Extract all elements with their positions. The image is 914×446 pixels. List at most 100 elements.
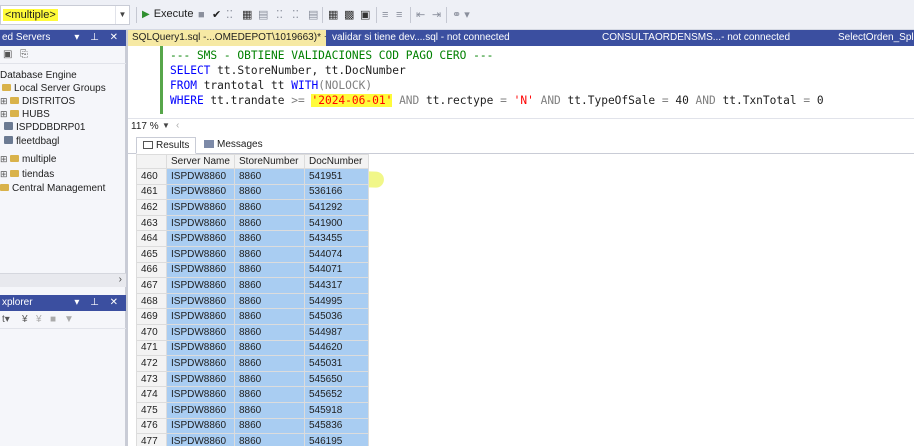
cell-doc-number[interactable]: 546195 — [304, 433, 369, 446]
cell-server-name[interactable]: ISPDW8860 — [166, 417, 235, 435]
cell-doc-number[interactable]: 536166 — [304, 183, 369, 201]
row-number[interactable]: 467 — [136, 277, 167, 294]
cell-doc-number[interactable]: 543455 — [304, 230, 369, 247]
cell-server-name[interactable]: ISPDW8860 — [166, 323, 235, 341]
cell-server-name[interactable]: ISPDW8860 — [166, 183, 235, 201]
panel-controls[interactable]: ▾ ⊥ ✕ — [74, 297, 122, 308]
expand-icon[interactable]: ⊞ — [0, 109, 10, 120]
table-row[interactable]: 474 ISPDW8860 8860 545652 — [136, 386, 369, 403]
disconnect-all-icon[interactable]: ¥ — [36, 314, 42, 325]
cell-store-number[interactable]: 8860 — [234, 386, 305, 403]
row-number[interactable]: 463 — [136, 214, 167, 232]
stop-icon[interactable]: ■ — [50, 314, 56, 325]
cell-store-number[interactable]: 8860 — [234, 214, 305, 232]
comment-icon[interactable]: ≡ — [382, 9, 388, 21]
cell-doc-number[interactable]: 545836 — [304, 417, 369, 435]
table-row[interactable]: 464 ISPDW8860 8860 543455 — [136, 230, 369, 247]
cell-server-name[interactable]: ISPDW8860 — [166, 277, 235, 294]
cell-server-name[interactable]: ISPDW8860 — [166, 261, 235, 279]
cell-doc-number[interactable]: 545036 — [304, 308, 369, 325]
cell-server-name[interactable]: ISPDW8860 — [166, 433, 235, 446]
row-number[interactable]: 475 — [136, 401, 167, 419]
table-row[interactable]: 472 ISPDW8860 8860 545031 — [136, 355, 369, 372]
table-row[interactable]: 463 ISPDW8860 8860 541900 — [136, 214, 369, 232]
row-number[interactable]: 466 — [136, 261, 167, 279]
cell-server-name[interactable]: ISPDW8860 — [166, 308, 235, 325]
table-row[interactable]: 470 ISPDW8860 8860 544987 — [136, 323, 369, 341]
tree-item-database-engine[interactable]: Database Engine — [0, 70, 77, 83]
cell-server-name[interactable]: ISPDW8860 — [166, 292, 235, 310]
tree-item-fleetdbagl[interactable]: fleetdbagl — [4, 136, 59, 149]
chevron-down-icon[interactable]: ▼ — [162, 121, 170, 130]
table-row[interactable]: 476 ISPDW8860 8860 545836 — [136, 417, 369, 435]
tree-item-central-management[interactable]: Central Management — [0, 183, 105, 196]
cell-server-name[interactable]: ISPDW8860 — [166, 386, 235, 403]
connect-icon[interactable]: t▾ — [2, 314, 10, 325]
row-number[interactable]: 476 — [136, 417, 167, 435]
cell-doc-number[interactable]: 544071 — [304, 261, 369, 279]
filter-icon[interactable]: ▼ — [64, 314, 74, 325]
cell-doc-number[interactable]: 545918 — [304, 401, 369, 419]
cell-store-number[interactable]: 8860 — [234, 323, 305, 341]
cell-doc-number[interactable]: 544620 — [304, 339, 369, 357]
row-number[interactable]: 460 — [136, 168, 167, 185]
row-number[interactable]: 473 — [136, 370, 167, 388]
table-row[interactable]: 467 ISPDW8860 8860 544317 — [136, 277, 369, 294]
cell-doc-number[interactable]: 544074 — [304, 245, 369, 263]
cell-doc-number[interactable]: 545650 — [304, 370, 369, 388]
cell-server-name[interactable]: ISPDW8860 — [166, 245, 235, 263]
outdent-icon[interactable]: ⇤ — [416, 9, 425, 21]
scroll-left-icon[interactable]: ‹ — [176, 120, 179, 131]
table-row[interactable]: 471 ISPDW8860 8860 544620 — [136, 339, 369, 357]
results-file-icon[interactable]: ▤ — [308, 9, 318, 21]
cell-store-number[interactable]: 8860 — [234, 370, 305, 388]
row-number[interactable]: 468 — [136, 292, 167, 310]
display-plan-icon[interactable]: ▦ — [242, 9, 252, 21]
cell-store-number[interactable]: 8860 — [234, 292, 305, 310]
cell-store-number[interactable]: 8860 — [234, 339, 305, 357]
table-row[interactable]: 468 ISPDW8860 8860 544995 — [136, 292, 369, 310]
table-row[interactable]: 465 ISPDW8860 8860 544074 — [136, 245, 369, 263]
cell-store-number[interactable]: 8860 — [234, 183, 305, 201]
row-number[interactable]: 464 — [136, 230, 167, 247]
server-type-icon[interactable]: ▣ — [3, 49, 12, 60]
row-number[interactable]: 461 — [136, 183, 167, 201]
cell-store-number[interactable]: 8860 — [234, 168, 305, 185]
chevron-down-icon[interactable]: ▼ — [115, 6, 129, 24]
cell-doc-number[interactable]: 541292 — [304, 199, 369, 216]
results-grid-icon[interactable]: ⁚⁚ — [276, 9, 283, 21]
table-row[interactable]: 460 ISPDW8860 8860 541951 — [136, 168, 369, 185]
table-row[interactable]: 466 ISPDW8860 8860 544071 — [136, 261, 369, 279]
column-header-store-number[interactable]: StoreNumber — [234, 154, 305, 169]
zoom-level[interactable]: 117 % — [131, 121, 159, 132]
results-text-icon[interactable]: ⁚⁚ — [292, 9, 299, 21]
table-row[interactable]: 475 ISPDW8860 8860 545918 — [136, 401, 369, 419]
cell-server-name[interactable]: ISPDW8860 — [166, 199, 235, 216]
tab-validar[interactable]: validar si tiene dev....sql - not connec… — [328, 30, 528, 46]
cell-store-number[interactable]: 8860 — [234, 230, 305, 247]
expand-icon[interactable]: ⊞ — [0, 169, 10, 180]
cell-server-name[interactable]: ISPDW8860 — [166, 339, 235, 357]
tab-sqlquery1[interactable]: SQLQuery1.sql -...OMEDEPOT\1019663)* ⊣ ✕ — [128, 30, 326, 46]
tree-item-hubs[interactable]: ⊞ HUBS — [0, 109, 50, 122]
cell-doc-number[interactable]: 541951 — [304, 168, 369, 185]
chevron-right-icon[interactable]: › — [119, 274, 122, 285]
tree-item-local-server-groups[interactable]: Local Server Groups — [2, 83, 106, 96]
row-number[interactable]: 477 — [136, 433, 167, 446]
disconnect-icon[interactable]: ¥ — [22, 314, 28, 325]
refresh-icon[interactable]: ⎘ — [20, 49, 28, 60]
cell-store-number[interactable]: 8860 — [234, 417, 305, 435]
tab-consultaordensms[interactable]: CONSULTAORDENSMS...- not connected — [598, 30, 798, 46]
uncomment-icon[interactable]: ≡ — [396, 9, 402, 21]
column-header-server-name[interactable]: Server Name — [166, 154, 235, 169]
check-icon[interactable]: ✔ — [212, 9, 221, 21]
cell-doc-number[interactable]: 544317 — [304, 277, 369, 294]
tab-selectorden[interactable]: SelectOrden_Spl — [834, 30, 914, 46]
row-number[interactable]: 474 — [136, 386, 167, 403]
query-options-icon[interactable]: ▤ — [258, 9, 268, 21]
live-stats-icon[interactable]: ▩ — [344, 9, 354, 21]
cell-store-number[interactable]: 8860 — [234, 199, 305, 216]
client-stats-icon[interactable]: ▣ — [360, 9, 370, 21]
cell-server-name[interactable]: ISPDW8860 — [166, 401, 235, 419]
tree-item-distritos[interactable]: ⊞ DISTRITOS — [0, 96, 75, 109]
